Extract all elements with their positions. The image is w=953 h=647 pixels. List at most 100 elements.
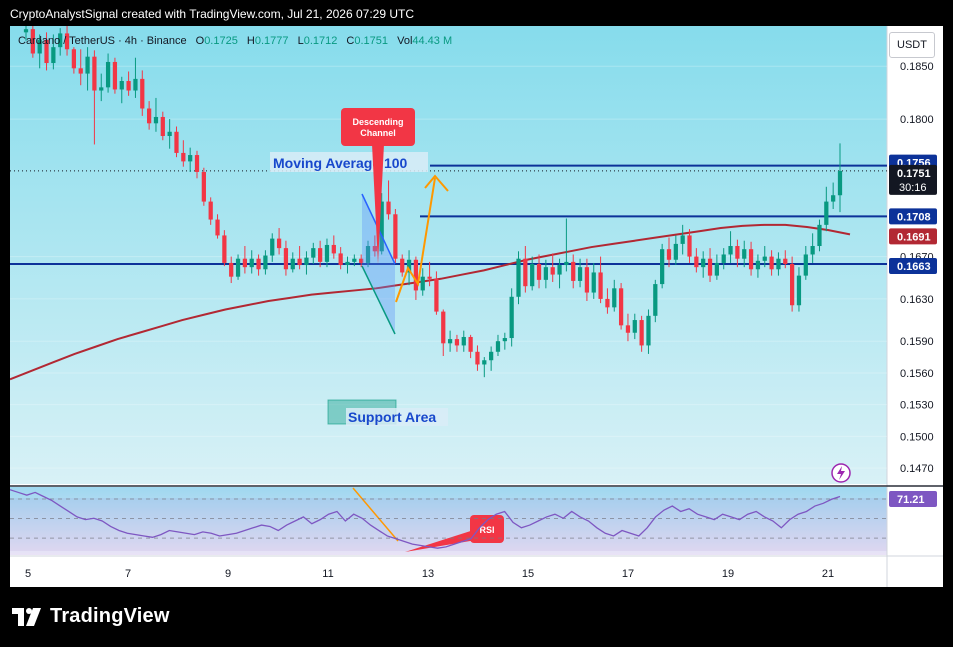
- currency-button[interactable]: USDT: [889, 32, 935, 58]
- time-tick-label: 15: [522, 568, 534, 580]
- candle-body: [721, 254, 726, 263]
- candle-body: [147, 108, 152, 124]
- candle-body: [482, 360, 487, 365]
- price-tick-label: 0.1560: [900, 368, 934, 380]
- candle-body: [591, 272, 596, 293]
- candle-body: [769, 256, 774, 270]
- candle[interactable]: [789, 256, 795, 312]
- candle-body: [393, 214, 398, 259]
- candle-body: [235, 258, 241, 277]
- open-value: 0.1725: [204, 35, 238, 47]
- candle-body: [447, 339, 453, 344]
- alert-lightning-icon[interactable]: [831, 463, 851, 483]
- price-tick-label: 0.1530: [900, 400, 934, 412]
- candle-body: [78, 68, 83, 74]
- moving-average-label: Moving Average 100: [273, 155, 408, 171]
- candle-body: [51, 47, 56, 64]
- price-tick-label: 0.1470: [900, 463, 934, 475]
- candle-body: [680, 235, 685, 244]
- candle-body: [618, 288, 624, 326]
- time-tick-label: 21: [822, 568, 834, 580]
- candle[interactable]: [618, 283, 624, 330]
- callout-box: [341, 108, 415, 146]
- candle-body: [646, 315, 651, 346]
- candle-body: [755, 260, 761, 270]
- candle-body: [229, 262, 234, 277]
- candle-body: [345, 261, 350, 266]
- candle-body: [810, 246, 815, 255]
- candle-body: [283, 248, 289, 270]
- time-tick-label: 19: [722, 568, 734, 580]
- symbol-name: Cardano / TetherUS · 4h · Binance: [18, 35, 187, 47]
- candle-body: [318, 248, 323, 262]
- candle-body: [386, 201, 391, 215]
- candle-body: [112, 61, 118, 90]
- candle[interactable]: [393, 208, 398, 263]
- candle-body: [625, 325, 631, 333]
- candle-body: [509, 296, 514, 339]
- candle-body: [201, 171, 206, 202]
- open-label: O: [195, 35, 205, 47]
- volume-value: 44.43 M: [412, 35, 453, 47]
- time-tick-label: 5: [25, 568, 31, 580]
- candle-body: [119, 81, 124, 90]
- candle-body: [660, 249, 665, 285]
- candle-body: [687, 235, 692, 257]
- candle[interactable]: [660, 243, 665, 289]
- time-tick-label: 11: [322, 568, 333, 580]
- candle-body: [160, 116, 165, 137]
- candle-body: [441, 311, 446, 344]
- candle-body: [557, 265, 562, 275]
- candle-body: [530, 263, 535, 287]
- candle-body: [632, 320, 637, 333]
- candle[interactable]: [509, 288, 514, 347]
- candle-body: [71, 49, 77, 69]
- candle-body: [475, 351, 480, 365]
- high-value: 0.1777: [254, 35, 289, 47]
- candle-body: [584, 267, 590, 293]
- candle-body: [831, 195, 836, 202]
- ohlc-legend: Cardano / TetherUS · 4h · Binance O0.172…: [18, 35, 452, 47]
- candle-body: [789, 263, 795, 306]
- candle[interactable]: [201, 167, 206, 206]
- candle-body: [140, 78, 145, 109]
- candle[interactable]: [222, 230, 227, 267]
- candle-body: [413, 259, 419, 291]
- price-tick-label: 0.1800: [900, 114, 934, 126]
- candle-body: [673, 243, 678, 260]
- candle-body: [536, 263, 542, 280]
- candle-body: [824, 201, 829, 225]
- candle-body: [324, 244, 330, 262]
- candle-body: [263, 255, 268, 270]
- chart-panel[interactable]: Support Area Moving Average 100 Descendi…: [10, 26, 943, 587]
- price-tick-label: 0.1500: [900, 431, 934, 443]
- candle-body: [748, 249, 754, 270]
- footer-logo[interactable]: TradingView: [12, 605, 170, 628]
- time-tick-label: 13: [422, 568, 434, 580]
- candle-body: [311, 248, 316, 258]
- candle-body: [242, 258, 248, 268]
- price-tick-label: 0.1590: [900, 336, 934, 348]
- attribution-text: CryptoAnalystSignal created with Trading…: [10, 7, 414, 21]
- price-chart[interactable]: Support Area Moving Average 100 Descendi…: [10, 26, 943, 587]
- candle-body: [85, 56, 90, 74]
- candle-body: [728, 246, 733, 255]
- candle-body: [564, 261, 569, 266]
- candle[interactable]: [112, 57, 118, 94]
- candle-body: [803, 254, 808, 276]
- candle-body: [427, 276, 432, 279]
- close-value: 0.1751: [354, 35, 389, 47]
- candle-body: [270, 238, 275, 256]
- candle-body: [468, 336, 473, 352]
- candle-body: [776, 258, 781, 270]
- candle[interactable]: [516, 251, 521, 305]
- candle-body: [434, 278, 439, 312]
- ma100-price-badge: 0.1691: [897, 231, 931, 243]
- candle-body: [153, 116, 159, 124]
- time-tick-label: 7: [125, 568, 131, 580]
- candle[interactable]: [653, 279, 658, 323]
- candle-body: [276, 238, 282, 249]
- candle-body: [167, 131, 172, 137]
- candle-body: [290, 258, 295, 270]
- candle-body: [577, 267, 583, 281]
